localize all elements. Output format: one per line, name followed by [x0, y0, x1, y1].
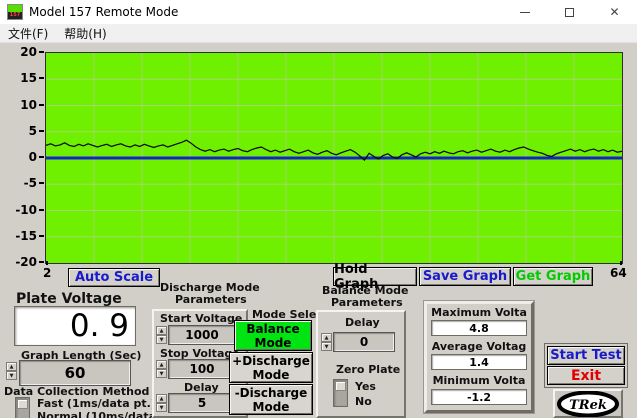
zero-plate-option-no[interactable]: No — [355, 395, 372, 408]
y-axis-labels: 20151050-5-10-15-20 — [0, 52, 44, 264]
y-tick-label: 5 — [29, 124, 44, 138]
y-tick-label: 10 — [20, 98, 44, 112]
y-tick-label: -5 — [24, 176, 44, 190]
y-tick-label: -10 — [15, 203, 44, 217]
positive-discharge-mode-button[interactable]: +DischargeMode — [229, 352, 313, 383]
title-bar: 157 Model 157 Remote Mode ✕ — [0, 0, 637, 24]
max-voltage-value: 4.8 — [431, 320, 527, 336]
max-voltage-label: Maximum Volta — [429, 306, 529, 319]
auto-scale-button[interactable]: Auto Scale — [68, 268, 160, 287]
plate-voltage-display: 0. 9 — [14, 306, 136, 346]
app-window: 157 Model 157 Remote Mode ✕ 文件(F) 帮助(H) … — [0, 0, 637, 418]
graph-length-stepper[interactable]: ▲▼ — [6, 362, 17, 380]
min-voltage-value: -1.2 — [431, 389, 527, 405]
menu-bar: 文件(F) 帮助(H) — [0, 24, 637, 43]
menu-help[interactable]: 帮助(H) — [56, 25, 114, 42]
save-graph-button[interactable]: Save Graph — [419, 267, 511, 286]
y-tick-label: 0 — [29, 150, 44, 164]
discharge-delay-stepper[interactable]: ▲▼ — [156, 394, 167, 412]
y-tick-label: -15 — [15, 229, 44, 243]
negative-discharge-mode-button[interactable]: -DischargeMode — [229, 384, 313, 415]
maximize-button[interactable] — [547, 0, 592, 24]
y-tick-label: -20 — [15, 255, 44, 269]
minimize-button[interactable] — [502, 0, 547, 24]
min-voltage-label: Minimum Volta — [429, 374, 529, 387]
start-voltage-label: Start Voltage — [160, 312, 242, 325]
zero-plate-option-yes[interactable]: Yes — [355, 380, 376, 393]
window-title: Model 157 Remote Mode — [29, 5, 178, 19]
balance-delay-field[interactable]: 0 — [333, 332, 395, 352]
balance-mode-button[interactable]: BalanceMode — [234, 320, 312, 351]
data-collection-option-fast[interactable]: Fast (1ms/data pt.) — [37, 397, 156, 410]
menu-file[interactable]: 文件(F) — [0, 25, 56, 42]
trek-logo-image: TRek — [557, 391, 619, 417]
avg-voltage-label: Average Voltag — [429, 340, 529, 353]
close-button[interactable]: ✕ — [592, 0, 637, 24]
exit-button[interactable]: Exit — [547, 366, 625, 385]
get-graph-button[interactable]: Get Graph — [513, 267, 593, 286]
graph-length-field[interactable]: 60 — [19, 360, 131, 386]
balance-delay-stepper[interactable]: ▲▼ — [321, 333, 332, 351]
start-voltage-stepper[interactable]: ▲▼ — [156, 326, 167, 344]
avg-voltage-value: 1.4 — [431, 354, 527, 370]
stop-voltage-field[interactable]: 100 — [168, 359, 236, 379]
plate-voltage-label: Plate Voltage — [16, 291, 122, 307]
x-axis-start-label: 2 — [43, 266, 51, 280]
y-tick-label: 20 — [20, 45, 44, 59]
zero-plate-label: Zero Plate — [336, 363, 400, 376]
data-collection-switch[interactable] — [15, 397, 30, 418]
discharge-params-title-line2: Parameters — [175, 293, 247, 306]
y-tick-label: 15 — [20, 71, 44, 85]
svg-text:TRek: TRek — [569, 398, 607, 413]
balance-params-title-line2: Parameters — [331, 296, 403, 309]
graph-plot-area — [46, 53, 622, 263]
discharge-delay-field[interactable]: 5 — [168, 393, 236, 413]
x-axis-end-label: 64 — [610, 266, 627, 280]
app-icon: 157 — [7, 4, 23, 20]
trek-logo: TRek — [553, 389, 623, 418]
start-test-button[interactable]: Start Test — [547, 346, 625, 365]
balance-delay-label: Delay — [345, 316, 380, 329]
stop-voltage-stepper[interactable]: ▲▼ — [156, 360, 167, 378]
voltage-graph — [45, 52, 623, 264]
start-voltage-field[interactable]: 1000 — [168, 325, 236, 345]
zero-plate-switch[interactable] — [333, 379, 348, 407]
